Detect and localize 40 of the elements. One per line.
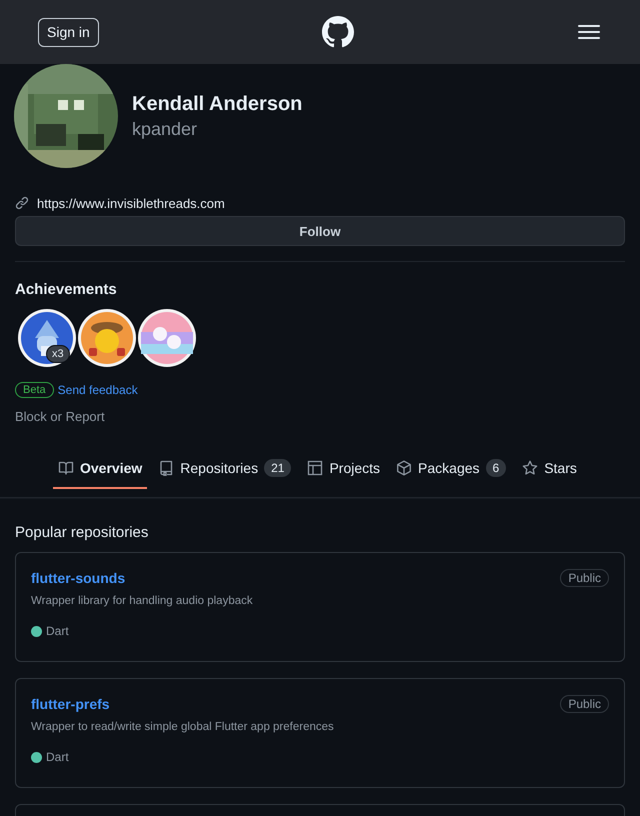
profile-name: Kendall Anderson (132, 92, 302, 117)
menu-icon[interactable] (578, 24, 600, 40)
repository-link[interactable]: flutter-sounds (31, 570, 126, 586)
table-icon (307, 460, 324, 476)
package-icon (396, 460, 412, 476)
visibility-label: Public (560, 695, 609, 713)
tab[interactable]: Stars (517, 449, 582, 489)
section-heading: Achievements (15, 280, 118, 300)
website-link[interactable]: https://www.invisiblethreads.com (37, 196, 225, 210)
send-feedback-link[interactable]: Send feedback (58, 383, 138, 397)
tab[interactable]: Overview (53, 449, 148, 489)
star-icon (522, 460, 538, 476)
visibility-label: Public (560, 569, 609, 587)
tab[interactable]: Repositories 21 (153, 449, 296, 489)
tab-label: Overview (80, 460, 142, 476)
tab[interactable]: Projects (302, 449, 386, 489)
tab[interactable]: Packages 6 (391, 449, 512, 489)
tab-label: Projects (329, 460, 380, 476)
block-or-report-link[interactable]: Block or Report (15, 409, 625, 424)
link-icon (15, 196, 29, 210)
book-icon (58, 460, 74, 476)
repository-link[interactable]: flutter-prefs (31, 696, 110, 712)
tab-label: Stars (544, 460, 577, 476)
octocat-logo-icon[interactable] (322, 16, 354, 48)
repository-description: Wrapper to read/write simple global Flutter app preferences (31, 721, 335, 733)
repo-icon (158, 460, 174, 476)
tab-counter: 21 (264, 459, 292, 477)
section-heading: Popular repositories (15, 523, 150, 543)
tab-label: Repositories (180, 460, 258, 476)
tab-counter: 6 (486, 459, 506, 477)
follow-button[interactable]: Follow (15, 216, 625, 246)
tab-label: Packages (418, 460, 480, 476)
username: kpander (132, 118, 198, 141)
language-name: Dart (46, 750, 69, 764)
achievement-badge-drawing[interactable] (137, 308, 197, 368)
language-name: Dart (46, 624, 69, 638)
achievement-badge-drawing[interactable] (77, 308, 137, 368)
repository-description: Wrapper library for handling audio playback (31, 595, 254, 607)
sign-in-button[interactable]: Sign in (38, 18, 99, 46)
beta-label: Beta (15, 382, 54, 398)
